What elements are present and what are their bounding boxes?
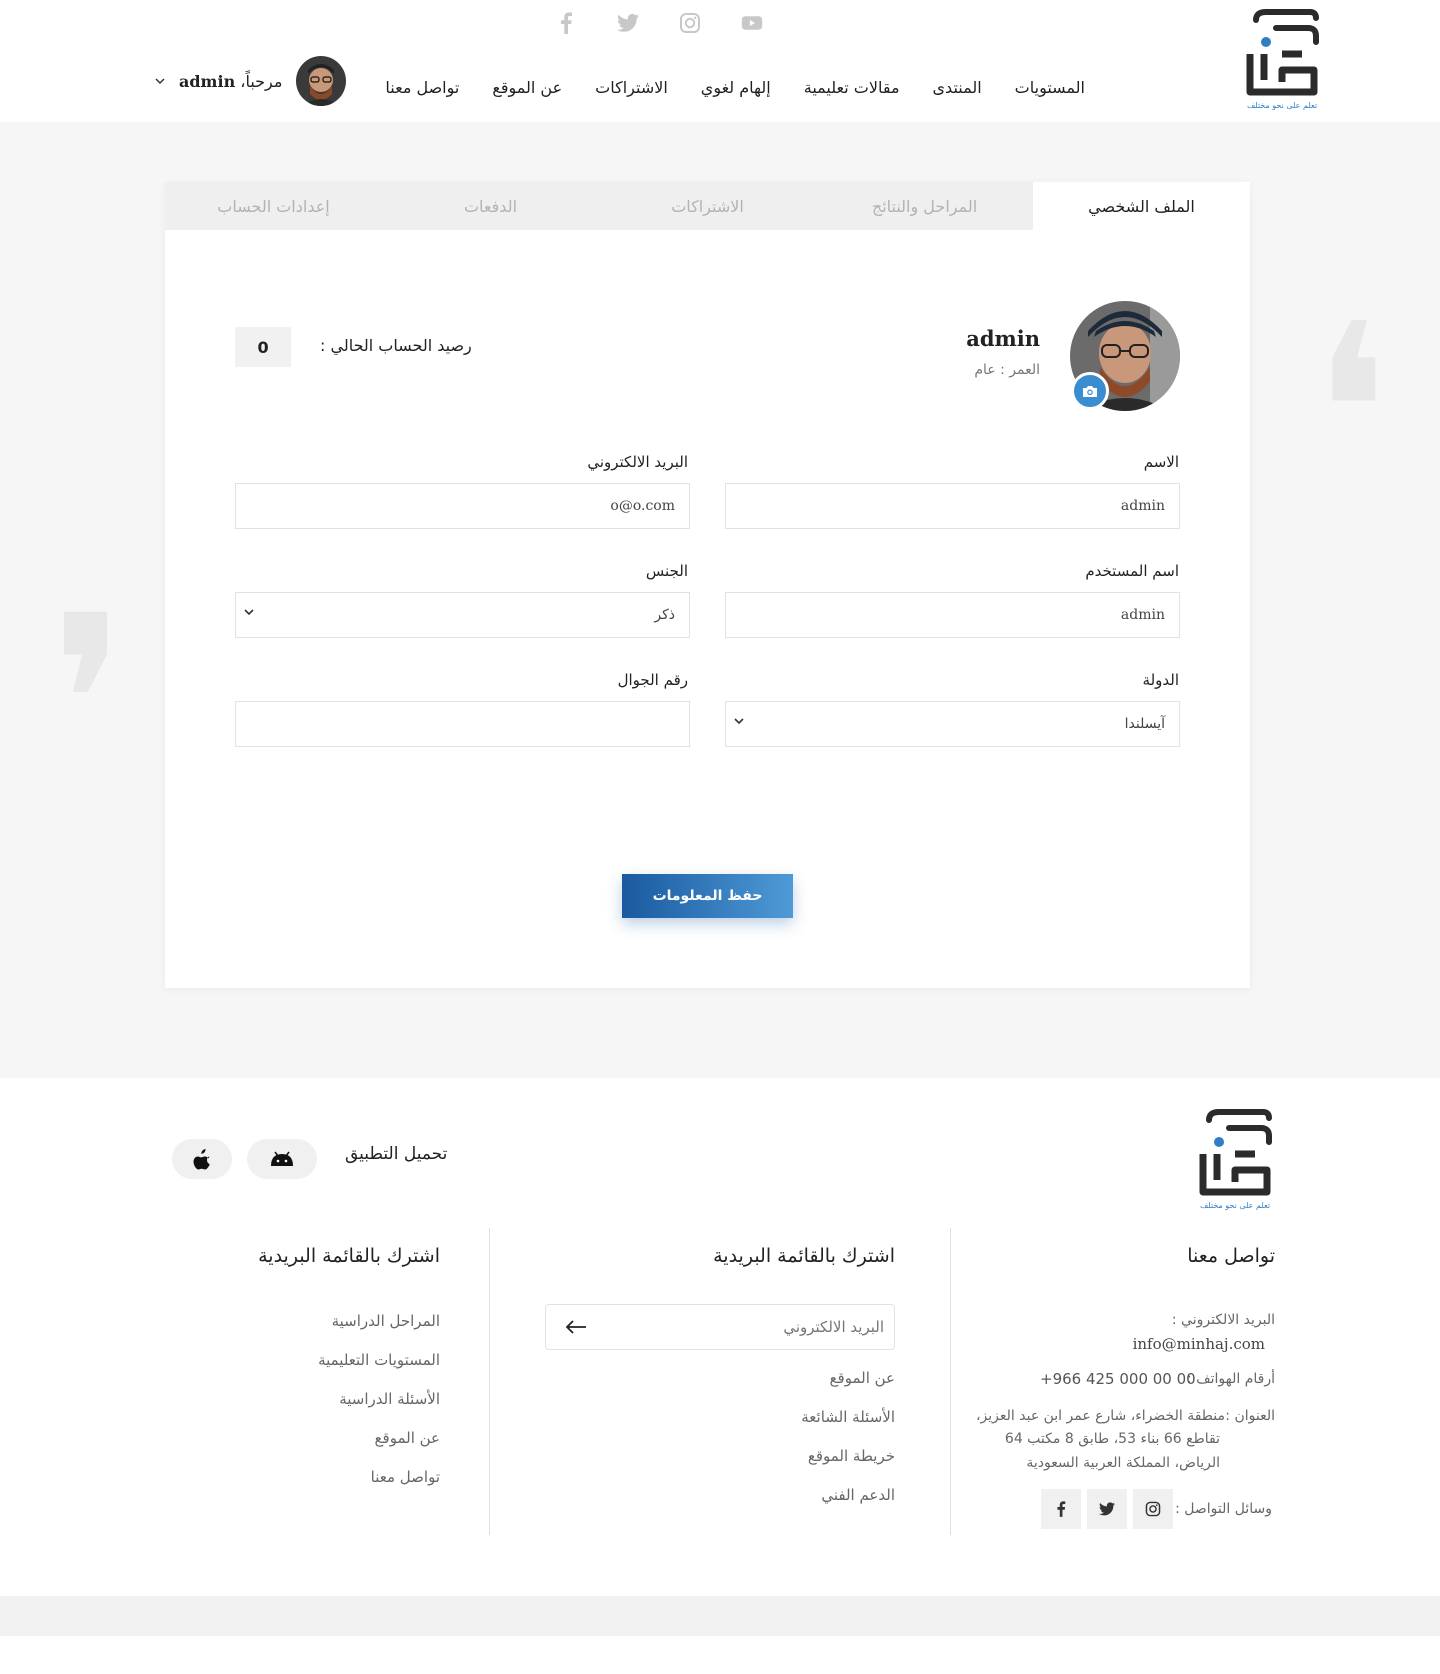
email-label: البريد الالكتروني: [587, 453, 688, 471]
contact-title: تواصل معنا: [1187, 1245, 1275, 1267]
quote-decoration-icon: ❛: [1312, 272, 1390, 552]
username-label: اسم المستخدم: [1085, 562, 1179, 580]
country-select[interactable]: آيسلندا: [725, 701, 1180, 747]
change-photo-button[interactable]: [1071, 372, 1109, 410]
footer-link-support[interactable]: الدعم الفني: [821, 1486, 895, 1504]
nav-articles[interactable]: مقالات تعليمية: [804, 78, 900, 97]
chevron-down-icon[interactable]: [155, 77, 165, 85]
android-app-button[interactable]: [247, 1139, 317, 1179]
username-input[interactable]: [740, 607, 1165, 623]
newsletter-email-input[interactable]: [596, 1318, 884, 1336]
instagram-icon[interactable]: [679, 10, 701, 36]
left-column-title: اشترك بالقائمة البريدية: [258, 1245, 440, 1267]
footer-email-label: البريد الالكتروني :: [1171, 1312, 1275, 1328]
user-menu[interactable]: مرحباً، admin: [155, 56, 347, 106]
country-label: الدولة: [1142, 671, 1179, 689]
save-button[interactable]: حفظ المعلومات: [622, 874, 793, 918]
gender-label: الجنس: [645, 562, 688, 580]
tab-profile[interactable]: الملف الشخصي: [1033, 182, 1250, 230]
nav-levels[interactable]: المستويات: [1015, 78, 1085, 97]
balance-label: رصيد الحساب الحالي :: [320, 336, 472, 355]
site-header: تعلم على نحو مختلف المستويات المنتدى مقا…: [0, 0, 1440, 122]
quote-decoration-icon: ❛: [50, 460, 128, 740]
welcome-text: مرحباً، admin: [179, 72, 282, 91]
welcome-prefix: مرحباً،: [240, 71, 283, 91]
email-field[interactable]: [235, 483, 690, 529]
footer-social-label: وسائل التواصل :: [1175, 1501, 1272, 1517]
arrow-left-icon: [565, 1320, 587, 1334]
site-logo[interactable]: تعلم على نحو مختلف: [1242, 8, 1322, 112]
gender-value: ذكر: [654, 607, 675, 623]
instagram-icon: [1145, 1501, 1161, 1517]
ios-app-button[interactable]: [172, 1139, 232, 1179]
footer-phones-value[interactable]: +966 425 000 00 00: [1040, 1370, 1196, 1388]
footer-link-contact[interactable]: تواصل معنا: [371, 1468, 440, 1486]
footer-address-line1: منطقة الخضراء، شارع عمر ابن عبد العزيز،: [976, 1408, 1225, 1424]
footer-link-faq[interactable]: الأسئلة الشائعة: [801, 1408, 895, 1426]
footer-address-line2: تقاطع 66 بناء 53، طابق 8 مكتب 64: [1004, 1431, 1220, 1447]
tab-subscriptions[interactable]: الاشتراكات: [599, 182, 816, 230]
profile-name: admin: [966, 326, 1040, 351]
name-input[interactable]: [740, 498, 1165, 514]
phone-field[interactable]: [235, 701, 690, 747]
footer-link-questions[interactable]: الأسئلة الدراسية: [339, 1390, 440, 1408]
app-download-label: تحميل التطبيق: [345, 1144, 448, 1164]
footer-link-levels[interactable]: المستويات التعليمية: [318, 1351, 440, 1369]
footer-address-line3: الرياض، المملكة العربية السعودية: [1026, 1455, 1220, 1471]
footer-link-about[interactable]: عن الموقع: [830, 1369, 895, 1387]
newsletter-submit-button[interactable]: [556, 1312, 596, 1342]
twitter-icon[interactable]: [617, 10, 639, 36]
tab-account-settings[interactable]: إعدادات الحساب: [165, 182, 382, 230]
tab-stages-results[interactable]: المراحل والنتائج: [816, 182, 1033, 230]
profile-age: العمر : عام: [974, 362, 1040, 378]
footer-bottom-bar: [0, 1596, 1440, 1636]
footer-divider: [489, 1228, 490, 1535]
logo-tagline: تعلم على نحو مختلف: [1200, 1201, 1270, 1210]
email-input[interactable]: [250, 498, 675, 514]
nav-inspiration[interactable]: إلهام لغوي: [701, 78, 771, 97]
footer-email-value[interactable]: info@minhaj.com: [1133, 1335, 1265, 1353]
chevron-down-icon: [244, 609, 254, 616]
gender-select[interactable]: ذكر: [235, 592, 690, 638]
chevron-down-icon: [734, 718, 744, 725]
main-nav: المستويات المنتدى مقالات تعليمية إلهام ل…: [385, 78, 1085, 97]
nav-about[interactable]: عن الموقع: [492, 78, 562, 97]
footer-instagram-button[interactable]: [1133, 1489, 1173, 1529]
newsletter-form: [545, 1304, 895, 1350]
profile-card: [165, 182, 1250, 988]
nav-forum[interactable]: المنتدى: [933, 78, 982, 97]
user-name: admin: [179, 71, 236, 91]
nav-subscriptions[interactable]: الاشتراكات: [595, 78, 668, 97]
footer-divider: [950, 1228, 951, 1535]
nav-contact[interactable]: تواصل معنا: [385, 78, 459, 97]
newsletter-title: اشترك بالقائمة البريدية: [713, 1245, 895, 1267]
youtube-icon[interactable]: [741, 10, 763, 36]
country-value: آيسلندا: [1124, 716, 1165, 732]
avatar[interactable]: [296, 56, 347, 106]
android-icon: [269, 1151, 295, 1167]
top-social-links: [555, 10, 763, 36]
tab-payments[interactable]: الدفعات: [382, 182, 599, 230]
balance-value: 0: [235, 327, 291, 367]
username-field[interactable]: [725, 592, 1180, 638]
footer-facebook-button[interactable]: [1041, 1489, 1081, 1529]
footer-logo[interactable]: تعلم على نحو مختلف: [1195, 1108, 1275, 1212]
footer-address-label: العنوان :: [1225, 1408, 1275, 1424]
facebook-icon[interactable]: [555, 10, 577, 36]
profile-tabs: الملف الشخصي المراحل والنتائج الاشتراكات…: [165, 182, 1250, 230]
camera-icon: [1082, 385, 1098, 398]
apple-icon: [193, 1148, 211, 1170]
footer-twitter-button[interactable]: [1087, 1489, 1127, 1529]
facebook-icon: [1056, 1501, 1066, 1517]
footer-phones-label: أرقام الهواتف :: [1186, 1371, 1275, 1387]
name-field[interactable]: [725, 483, 1180, 529]
logo-tagline: تعلم على نحو مختلف: [1247, 101, 1317, 110]
twitter-icon: [1099, 1502, 1115, 1516]
footer-link-about-site[interactable]: عن الموقع: [375, 1429, 440, 1447]
name-label: الاسم: [1143, 453, 1179, 471]
footer-link-stages[interactable]: المراحل الدراسية: [332, 1312, 440, 1330]
footer-link-sitemap[interactable]: خريطة الموقع: [808, 1447, 895, 1465]
phone-label: رقم الجوال: [617, 671, 688, 689]
phone-input[interactable]: [250, 716, 675, 732]
